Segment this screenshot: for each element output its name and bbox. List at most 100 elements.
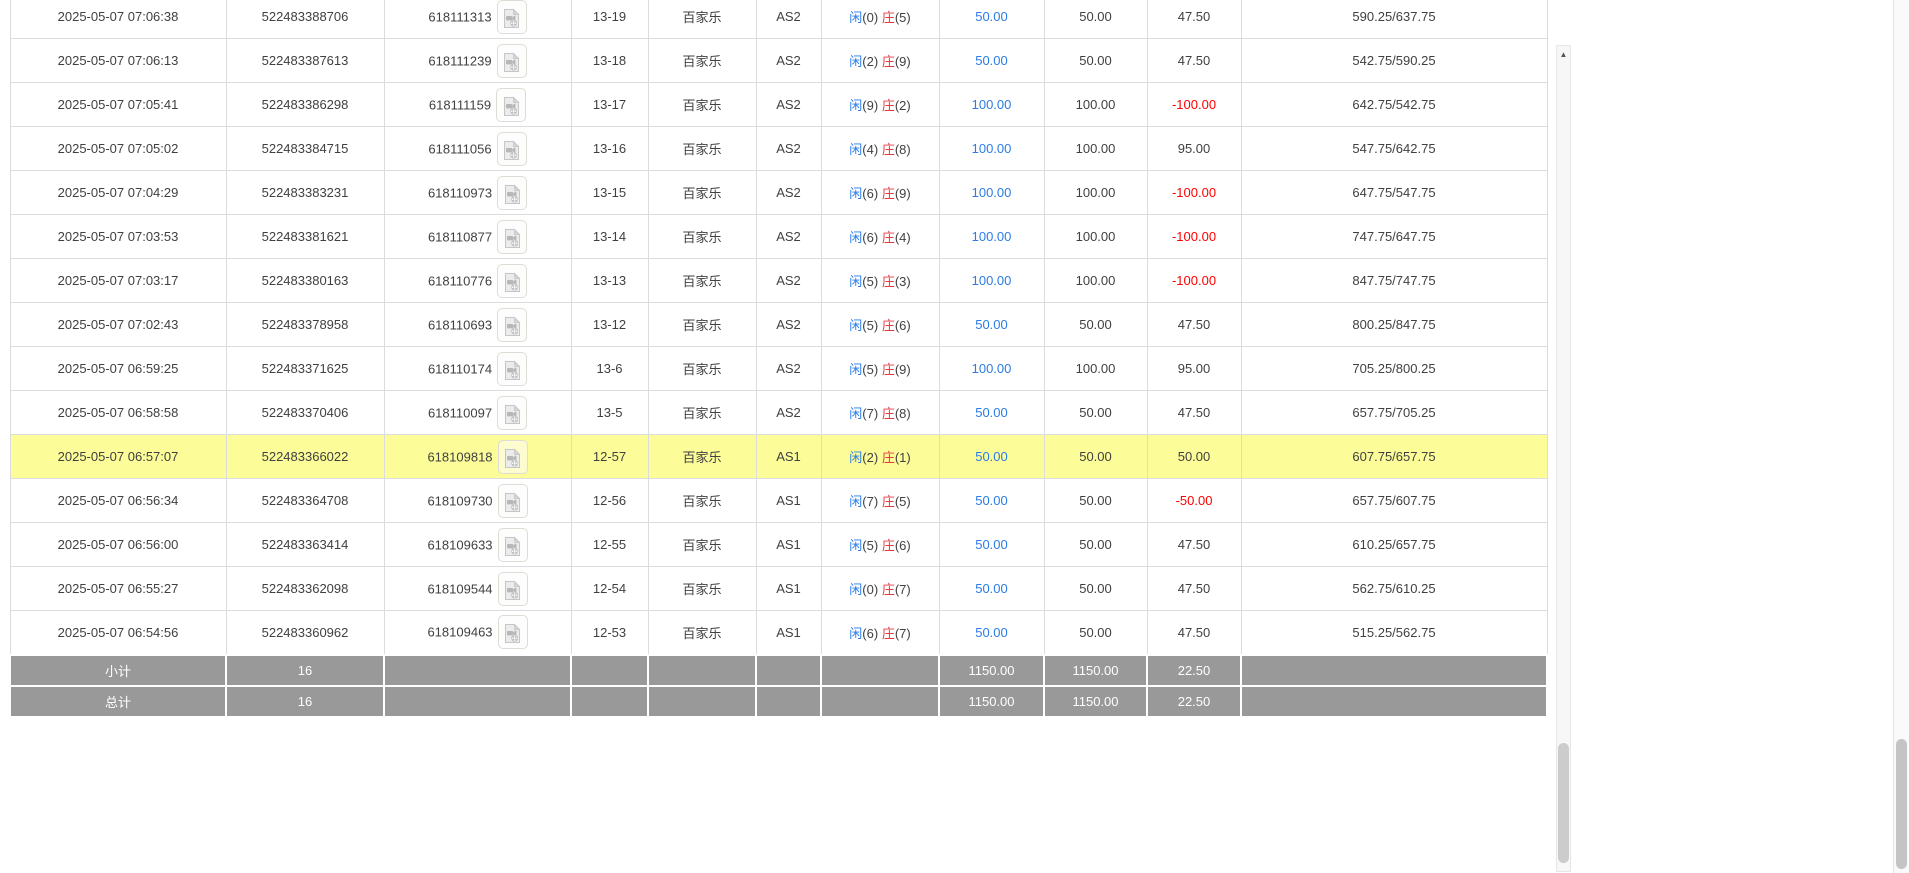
cell-valid-amount: 50.00 [1043, 302, 1148, 347]
player-label: 闲 [849, 625, 863, 641]
player-count: (2) [862, 450, 879, 465]
cell-round: 13-15 [570, 170, 649, 215]
cell-game-no: 618110174 [383, 346, 572, 391]
cell-bet-amount: 100.00 [938, 258, 1045, 303]
cell-round: 13-17 [570, 82, 649, 127]
table-row[interactable]: 2025-05-07 07:02:43 522483378958 6181106… [9, 302, 1548, 347]
cell-round: 12-54 [570, 566, 649, 611]
cell-valid-amount: 100.00 [1043, 170, 1148, 215]
page-scrollbar[interactable] [1893, 0, 1909, 873]
video-replay-button[interactable] [497, 527, 528, 562]
video-replay-button[interactable] [497, 175, 528, 210]
table-row[interactable]: 2025-05-07 07:06:38 522483388706 6181113… [9, 0, 1548, 39]
total-empty-balance [1240, 684, 1548, 718]
bet-amount-link[interactable]: 50.00 [975, 9, 1008, 24]
table-row[interactable]: 2025-05-07 06:59:25 522483371625 6181101… [9, 346, 1548, 391]
table-row[interactable]: 2025-05-07 06:56:34 522483364708 6181097… [9, 478, 1548, 523]
game-no-text: 618110693 [427, 317, 493, 332]
bet-amount-link[interactable]: 50.00 [975, 449, 1008, 464]
table-row[interactable]: 2025-05-07 06:57:07 522483366022 6181098… [9, 434, 1548, 479]
cell-order-no: 522483364708 [225, 478, 385, 523]
player-count: (5) [862, 274, 879, 289]
bet-amount-link[interactable]: 100.00 [972, 185, 1012, 200]
banker-count: (6) [894, 318, 911, 333]
video-file-icon [504, 184, 521, 204]
video-replay-button[interactable] [497, 351, 528, 386]
cell-table-name: AS2 [755, 38, 822, 83]
total-row: 总计 16 1150.00 1150.00 22.50 [9, 684, 1548, 718]
bet-amount-link[interactable]: 100.00 [972, 141, 1012, 156]
banker-count: (8) [894, 406, 911, 421]
cell-balance: 547.75/642.75 [1240, 126, 1548, 171]
cell-game-no: 618111313 [383, 0, 572, 39]
cell-win-loss: 47.50 [1146, 610, 1242, 655]
table-row[interactable]: 2025-05-07 06:55:27 522483362098 6181095… [9, 566, 1548, 611]
cell-bet-amount: 50.00 [938, 0, 1045, 39]
bet-amount-link[interactable]: 50.00 [975, 625, 1008, 640]
bet-amount-link[interactable]: 50.00 [975, 493, 1008, 508]
video-replay-button[interactable] [496, 131, 527, 166]
total-empty-table [755, 684, 822, 718]
cell-round: 13-5 [570, 390, 649, 435]
video-replay-button[interactable] [497, 263, 528, 298]
table-row[interactable]: 2025-05-07 07:03:53 522483381621 6181108… [9, 214, 1548, 259]
bet-amount-link[interactable]: 100.00 [972, 97, 1012, 112]
banker-count: (3) [894, 274, 911, 289]
banker-label: 庄 [881, 494, 895, 509]
table-row[interactable]: 2025-05-07 07:04:29 522483383231 6181109… [9, 170, 1548, 215]
banker-label: 庄 [881, 54, 895, 69]
cell-round: 13-16 [570, 126, 649, 171]
bet-amount-link[interactable]: 50.00 [975, 405, 1008, 420]
cell-round: 13-19 [570, 0, 649, 39]
bet-amount-link[interactable]: 50.00 [975, 53, 1008, 68]
video-replay-button[interactable] [497, 571, 528, 606]
table-row[interactable]: 2025-05-07 07:06:13 522483387613 6181112… [9, 38, 1548, 83]
player-label: 闲 [849, 406, 863, 421]
table-row[interactable]: 2025-05-07 07:05:02 522483384715 6181110… [9, 126, 1548, 171]
cell-game-type: 百家乐 [647, 390, 757, 435]
cell-result: 闲(5) 庄(6) [820, 302, 940, 347]
video-replay-button[interactable] [497, 615, 528, 650]
cell-valid-amount: 50.00 [1043, 610, 1148, 655]
cell-table-name: AS2 [755, 170, 822, 215]
cell-bet-time: 2025-05-07 07:03:53 [9, 214, 227, 259]
table-row[interactable]: 2025-05-07 06:58:58 522483370406 6181100… [9, 390, 1548, 435]
bet-amount-link[interactable]: 100.00 [972, 361, 1012, 376]
table-row[interactable]: 2025-05-07 07:03:17 522483380163 6181107… [9, 258, 1548, 303]
video-replay-button[interactable] [497, 395, 528, 430]
cell-bet-amount: 100.00 [938, 170, 1045, 215]
video-replay-button[interactable] [496, 87, 527, 122]
player-count: (2) [862, 54, 879, 69]
banker-label: 庄 [881, 142, 895, 157]
table-row[interactable]: 2025-05-07 06:56:00 522483363414 6181096… [9, 522, 1548, 567]
cell-valid-amount: 50.00 [1043, 478, 1148, 523]
cell-bet-amount: 50.00 [938, 478, 1045, 523]
bet-amount-link[interactable]: 50.00 [975, 317, 1008, 332]
chevron-up-icon[interactable]: ▲ [1557, 48, 1570, 62]
bet-amount-link[interactable]: 50.00 [975, 581, 1008, 596]
bet-amount-link[interactable]: 100.00 [972, 273, 1012, 288]
video-replay-button[interactable] [496, 0, 527, 34]
video-replay-button[interactable] [497, 307, 528, 342]
bet-amount-link[interactable]: 100.00 [972, 229, 1012, 244]
cell-win-loss: 95.00 [1146, 126, 1242, 171]
video-replay-button[interactable] [496, 43, 527, 78]
video-replay-button[interactable] [497, 219, 528, 254]
bet-amount-link[interactable]: 50.00 [975, 537, 1008, 552]
video-replay-button[interactable] [497, 439, 528, 474]
page-scrollbar-thumb[interactable] [1896, 739, 1907, 869]
video-file-icon [503, 96, 520, 116]
table-row[interactable]: 2025-05-07 07:05:41 522483386298 6181111… [9, 82, 1548, 127]
video-file-icon [505, 623, 521, 644]
cell-bet-amount: 100.00 [938, 214, 1045, 259]
table-scrollbar[interactable]: ▲ [1556, 45, 1571, 872]
total-count: 16 [225, 684, 385, 718]
table-row[interactable]: 2025-05-07 06:54:56 522483360962 6181094… [9, 610, 1548, 655]
banker-count: (9) [894, 362, 911, 377]
video-replay-button[interactable] [497, 483, 528, 518]
total-bet: 1150.00 [938, 684, 1045, 718]
cell-result: 闲(0) 庄(5) [820, 0, 940, 39]
cell-balance: 847.75/747.75 [1240, 258, 1548, 303]
table-scrollbar-thumb[interactable] [1558, 743, 1569, 863]
cell-win-loss: 47.50 [1146, 566, 1242, 611]
